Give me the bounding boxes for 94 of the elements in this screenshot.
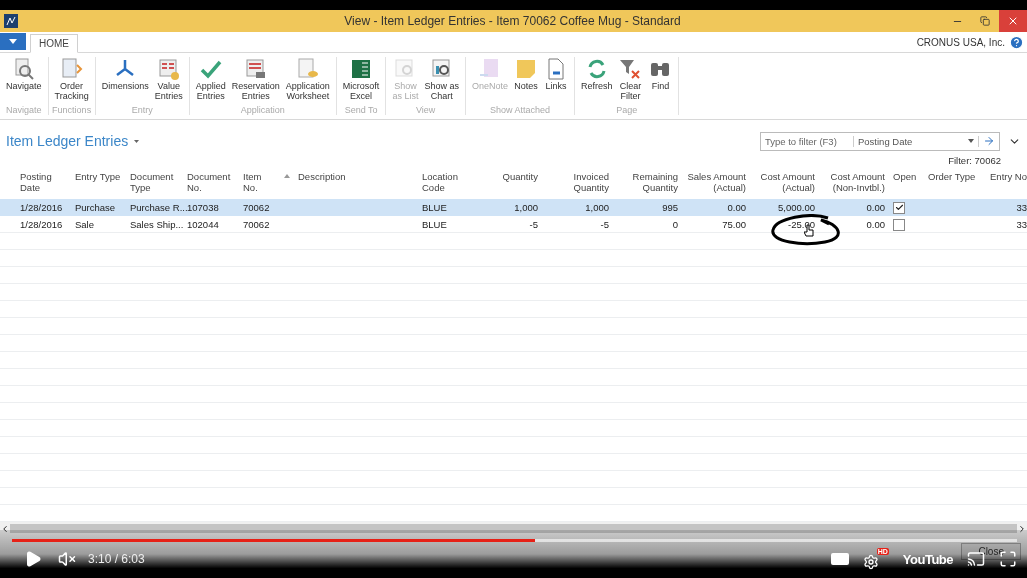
- table-cell-text: BLUE: [421, 219, 448, 230]
- document-arrows-icon: [59, 57, 84, 81]
- table-cell-text: 1,000: [513, 202, 539, 213]
- scroll-left-icon[interactable]: [0, 523, 10, 534]
- ribbon-button[interactable]: Links: [540, 57, 571, 105]
- filter-field-dropdown[interactable]: Posting Date: [854, 135, 979, 147]
- ribbon-button[interactable]: Refresh: [577, 57, 616, 105]
- video-time: 3:10 / 6:03: [88, 552, 145, 566]
- table-cell-text: 0.00: [865, 202, 886, 213]
- horizontal-scrollbar[interactable]: [0, 522, 1027, 535]
- column-header[interactable]: Open: [889, 171, 924, 182]
- table-cell-text: 102044: [186, 219, 220, 230]
- column-header[interactable]: Entry No: [979, 171, 1027, 182]
- progress-bar[interactable]: [12, 539, 1017, 542]
- table-cell-text: -5: [599, 219, 610, 230]
- ribbon-button[interactable]: Reservation Entries: [228, 57, 283, 105]
- ribbon-button[interactable]: Application Worksheet: [282, 57, 333, 105]
- table-cell-text: 0.00: [865, 219, 886, 230]
- page-title[interactable]: Item Ledger Entries: [6, 133, 140, 149]
- column-header[interactable]: Item No.: [239, 171, 281, 193]
- group-label: Navigate: [6, 105, 42, 115]
- column-header[interactable]: Posting Date: [16, 171, 71, 193]
- ribbon-button[interactable]: Clear Filter: [615, 57, 646, 105]
- ribbon-tab[interactable]: HOME: [30, 34, 78, 53]
- ribbon-button[interactable]: Navigate: [3, 57, 45, 105]
- table-cell-text: Purchase: [74, 202, 117, 213]
- table-cell-text: 75.00: [721, 219, 747, 230]
- column-header[interactable]: Quantity: [476, 171, 542, 182]
- close-button[interactable]: Close: [961, 543, 1021, 560]
- close-icon[interactable]: [1007, 15, 1019, 27]
- group-label: View: [415, 105, 436, 115]
- mute-icon[interactable]: [58, 550, 76, 568]
- settings-icon[interactable]: [862, 554, 879, 570]
- ribbon-button[interactable]: Find: [645, 57, 676, 105]
- coins-sheet-icon: [295, 57, 320, 81]
- table-cell-text: 33: [1015, 219, 1027, 230]
- ribbon-button[interactable]: Dimensions: [98, 57, 152, 105]
- caret-icon[interactable]: [134, 139, 140, 143]
- table-cell-text: 1,000: [584, 202, 610, 213]
- table-icon: [156, 57, 181, 81]
- table-cell-text: 33: [1015, 202, 1027, 213]
- ribbon-button[interactable]: Value Entries: [151, 57, 186, 105]
- group-label: Page: [616, 105, 638, 115]
- table-cell-text: BLUE: [421, 202, 448, 213]
- column-header[interactable]: Description: [281, 171, 418, 182]
- table-cell-text: 0.00: [726, 202, 747, 213]
- table-cell-text: 0: [671, 219, 679, 230]
- table-cell-text: 995: [661, 202, 679, 213]
- help-icon[interactable]: [1009, 35, 1024, 50]
- column-header[interactable]: Cost Amount (Actual): [750, 171, 819, 193]
- column-header[interactable]: Document No.: [183, 171, 239, 193]
- column-header[interactable]: Document Type: [126, 171, 183, 193]
- table-cell-text: 5,000.00: [777, 202, 816, 213]
- table-icon: [243, 57, 268, 81]
- group-label: Functions: [52, 105, 92, 115]
- open-checkbox[interactable]: [893, 201, 905, 214]
- table-cell-text: 70062: [242, 202, 271, 213]
- restore-icon[interactable]: [980, 16, 990, 26]
- column-header[interactable]: Location Code: [418, 171, 476, 193]
- table-cell-text: 1/28/2016: [19, 202, 64, 213]
- caret-icon[interactable]: [968, 139, 974, 143]
- table-cell-text: -5: [528, 219, 539, 230]
- app-menu-button[interactable]: [0, 33, 26, 50]
- company-name: CRONUS USA, Inc.: [916, 37, 1005, 48]
- column-header[interactable]: Cost Amount (Non-Invtbl.): [819, 171, 889, 193]
- window-title: View - Item Ledger Entries - Item 70062 Coffee Mug - Standard: [343, 14, 682, 28]
- table-cell-text: Sale: [74, 219, 95, 230]
- column-header[interactable]: Order Type: [924, 171, 979, 182]
- funnel-cross-icon: [618, 57, 643, 81]
- column-header[interactable]: Entry Type: [71, 171, 126, 182]
- group-label: Send To: [344, 105, 378, 115]
- group-label: Entry: [131, 105, 153, 115]
- open-checkbox[interactable]: [893, 218, 905, 231]
- table-row[interactable]: 1/28/2016 Purchase Purchase R...107038 70062 BLUE 1,000 1,000 995 0.00 5,000.00 0.00 33: [0, 199, 1027, 216]
- column-header[interactable]: Remaining Quantity: [613, 171, 682, 193]
- active-filter: Filter: 70062: [947, 154, 1002, 168]
- caret-icon[interactable]: [9, 39, 17, 44]
- table-cell-text: Sales Ship...: [129, 219, 183, 230]
- scroll-right-icon[interactable]: [1017, 523, 1027, 534]
- ribbon-button[interactable]: Notes: [510, 57, 541, 105]
- column-header[interactable]: Sales Amount (Actual): [682, 171, 750, 193]
- ribbon-button[interactable]: Order Tracking: [51, 57, 92, 105]
- ribbon-button[interactable]: Applied Entries: [192, 57, 229, 105]
- play-icon[interactable]: [24, 550, 42, 568]
- group-label: Application: [240, 105, 285, 115]
- column-header[interactable]: Invoiced Quantity: [542, 171, 613, 193]
- ribbon-button[interactable]: Microsoft Excel: [339, 57, 383, 105]
- table-cell-text: 1/28/2016: [19, 219, 64, 230]
- table-cell-text: 70062: [242, 219, 271, 230]
- group-label: Show Attached: [489, 105, 550, 115]
- ribbon-button[interactable]: Show as Chart: [421, 57, 462, 105]
- app-logo-icon: [4, 14, 18, 28]
- youtube-logo[interactable]: YouTube: [902, 551, 953, 567]
- scrollbar-thumb[interactable]: [10, 524, 1017, 533]
